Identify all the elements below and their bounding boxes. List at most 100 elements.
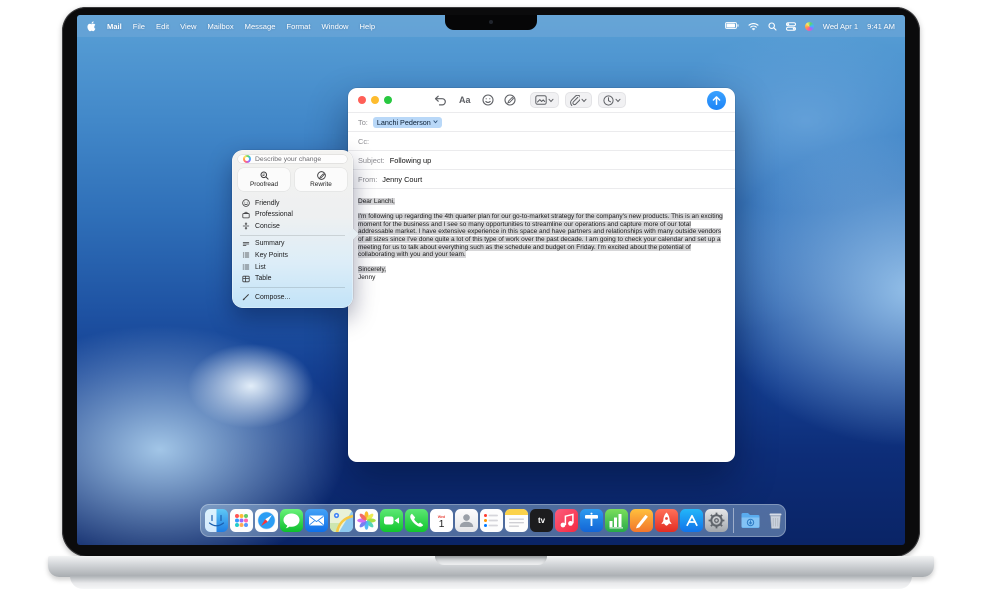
dock-tv-icon[interactable]: tv [530,509,553,532]
menu-item-mailbox[interactable]: Mailbox [207,22,233,31]
zoom-window-button[interactable] [384,96,392,104]
attachment-button[interactable] [565,92,592,108]
menubar-date[interactable]: Wed Apr 1 [823,22,858,31]
menu-item-friendly[interactable]: Friendly [238,197,347,209]
menubar-time[interactable]: 9:41 AM [867,22,895,31]
macbook-front-edge [70,576,912,589]
dock-divider [733,508,734,533]
dock-finder-icon[interactable] [205,509,228,532]
macbook-lid: Mail File Edit View Mailbox Message Form… [62,7,920,557]
dock-photos-icon[interactable] [355,509,378,532]
dock-launchpad-icon[interactable] [230,509,253,532]
compose-toolbar: Aa [348,88,735,112]
menu-item-compose[interactable]: Compose... [238,291,347,303]
subject-label: Subject: [358,156,385,165]
dock-games-icon[interactable] [655,509,678,532]
dock-appstore-icon[interactable] [680,509,703,532]
professional-briefcase-icon [241,211,250,219]
dock-numbers-icon[interactable] [605,509,628,532]
mail-compose-window: Aa [348,88,735,462]
selected-closing: Sincerely, [358,266,386,273]
cc-label: Cc: [358,137,369,146]
undo-icon[interactable] [434,95,447,106]
writing-tools-icon[interactable] [504,94,516,106]
concise-icon [241,222,250,230]
dock: Wed 1 tv [200,504,786,537]
control-center-icon[interactable] [786,22,796,31]
battery-icon[interactable] [725,22,739,30]
dock-pages-icon[interactable] [630,509,653,532]
wifi-icon[interactable] [748,22,759,31]
signature-text: Jenny [358,274,375,281]
dock-notes-icon[interactable] [505,509,528,532]
dock-music-icon[interactable] [555,509,578,532]
menu-item-table[interactable]: Table [238,273,347,285]
dock-facetime-icon[interactable] [380,509,403,532]
menu-item-file[interactable]: File [133,22,145,31]
emoji-icon[interactable] [482,94,494,106]
menu-item-mail[interactable]: Mail [107,22,122,31]
rewrite-icon [317,171,326,180]
dock-settings-icon[interactable] [705,509,728,532]
siri-intelligence-icon[interactable] [805,22,814,31]
dock-maps-icon[interactable] [330,509,353,532]
chevron-down-icon [581,98,587,103]
dock-trash-icon[interactable] [764,509,787,532]
chevron-down-icon [548,98,554,103]
menu-item-key-points[interactable]: Key Points [238,250,347,262]
search-icon[interactable] [768,22,777,31]
calendar-day: 1 [439,519,445,530]
menu-item-message[interactable]: Message [245,22,276,31]
dock-mail-icon[interactable] [305,509,328,532]
photo-browser-button[interactable] [530,92,559,108]
recipient-token[interactable]: Lanchi Pederson [373,117,442,128]
proofread-button[interactable]: Proofread [238,168,290,191]
describe-change-input-wrap[interactable] [238,155,347,163]
cc-field[interactable]: Cc: [348,131,735,150]
menu-item-help[interactable]: Help [360,22,376,31]
send-button[interactable] [707,91,726,110]
dock-downloads-folder-icon[interactable] [739,509,762,532]
dock-reminders-icon[interactable] [480,509,503,532]
menu-item-edit[interactable]: Edit [156,22,169,31]
subject-field[interactable]: Subject: Following up [348,150,735,169]
menu-divider [240,287,345,288]
menu-item-list[interactable]: List [238,261,347,273]
menu-item-professional[interactable]: Professional [238,209,347,221]
rewrite-button[interactable]: Rewrite [295,168,347,191]
menu-item-view[interactable]: View [180,22,196,31]
dock-keynote-icon[interactable] [580,509,603,532]
menu-item-window[interactable]: Window [322,22,349,31]
to-label: To: [358,118,368,127]
menu-item-concise[interactable]: Concise [238,220,347,232]
screen: Mail File Edit View Mailbox Message Form… [77,15,905,545]
describe-change-input[interactable] [255,156,342,163]
dock-contacts-icon[interactable] [455,509,478,532]
to-field[interactable]: To: Lanchi Pederson [348,112,735,131]
screenshot-stage: Mail File Edit View Mailbox Message Form… [0,0,982,598]
dock-messages-icon[interactable] [280,509,303,532]
dock-calendar-icon[interactable]: Wed 1 [430,509,453,532]
apple-logo-icon[interactable] [87,21,96,32]
menu-divider [240,235,345,236]
subject-value: Following up [390,156,432,165]
proofread-magnifier-icon [260,171,269,180]
menu-item-format[interactable]: Format [286,22,310,31]
from-value: Jenny Court [382,175,422,184]
format-text-icon[interactable]: Aa [459,95,471,105]
dock-safari-icon[interactable] [255,509,278,532]
lid-scoop [435,556,547,565]
send-later-button[interactable] [598,92,626,108]
dock-phone-icon[interactable] [405,509,428,532]
table-icon [241,275,250,283]
minimize-window-button[interactable] [371,96,379,104]
close-window-button[interactable] [358,96,366,104]
message-body[interactable]: Dear Lanchi, I'm following up regarding … [348,188,735,291]
key-points-icon [241,251,250,259]
display-notch [445,15,537,30]
menu-item-summary[interactable]: Summary [238,238,347,250]
from-field[interactable]: From: Jenny Court [348,169,735,188]
chevron-down-icon [615,98,621,103]
list-icon [241,263,250,271]
compose-pencil-icon [241,293,250,301]
